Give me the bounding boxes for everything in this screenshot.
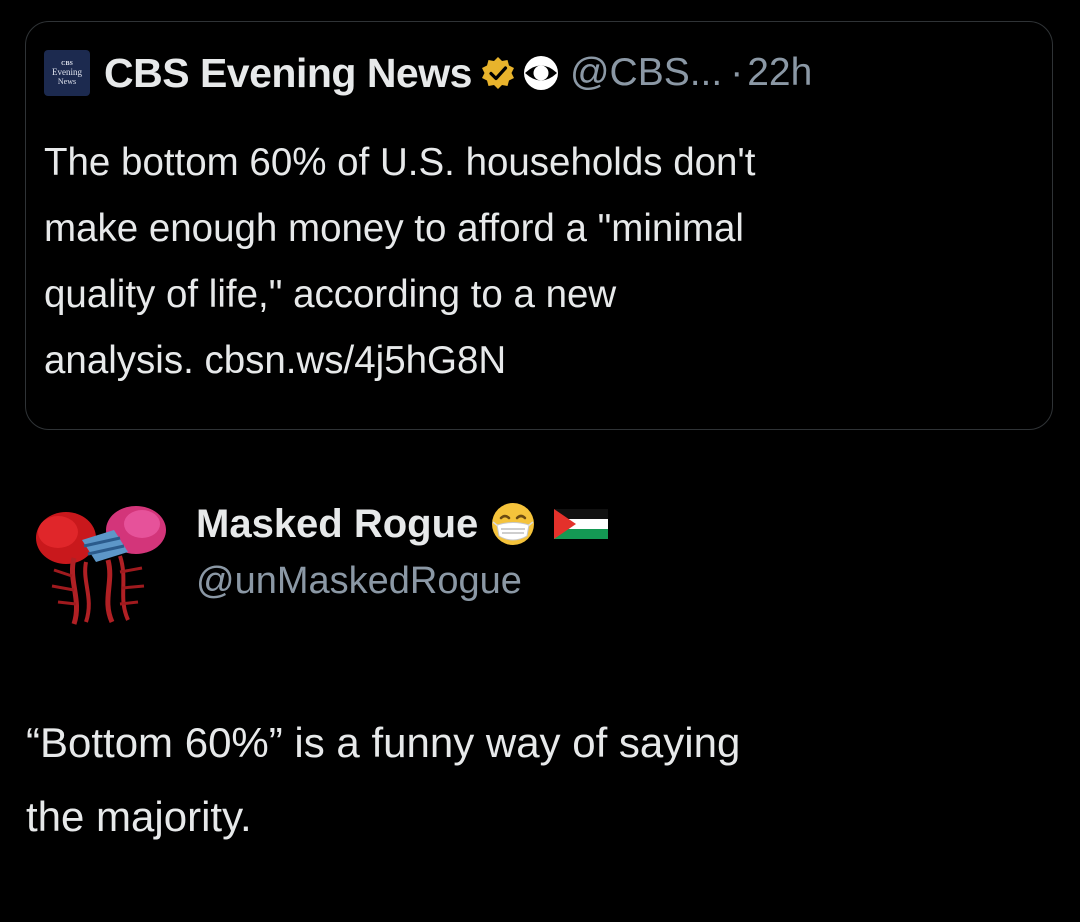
reply-handle[interactable]: @unMaskedRogue: [196, 560, 522, 603]
quoted-post-header: CBS Evening News CBS Evening News @CBS..…: [44, 48, 812, 98]
palestine-flag-icon: [554, 509, 609, 539]
quoted-handle[interactable]: @CBS...: [570, 51, 722, 95]
avatar-text-line-2: Evening: [52, 66, 82, 77]
meta-separator: ·: [730, 51, 744, 94]
quoted-author-name[interactable]: CBS Evening News: [104, 50, 472, 97]
face-with-medical-mask-icon: [492, 503, 535, 545]
masked-rogue-avatar[interactable]: [24, 496, 170, 630]
avatar-text-line-1: CBS: [61, 60, 73, 67]
reply-author-name[interactable]: Masked Rogue: [196, 502, 478, 547]
reply-post-text: “Bottom 60%” is a funny way of saying th…: [26, 719, 741, 840]
reply-author-row: Masked Rogue: [196, 496, 609, 552]
cbs-evening-news-avatar[interactable]: CBS Evening News: [44, 50, 90, 96]
verified-gold-icon: [481, 57, 514, 89]
quoted-post-text: The bottom 60% of U.S. households don't …: [44, 141, 756, 382]
avatar-text-line-3: News: [57, 76, 77, 86]
quoted-timestamp[interactable]: 22h: [747, 51, 812, 95]
cbs-eye-logo-icon: [523, 56, 558, 90]
